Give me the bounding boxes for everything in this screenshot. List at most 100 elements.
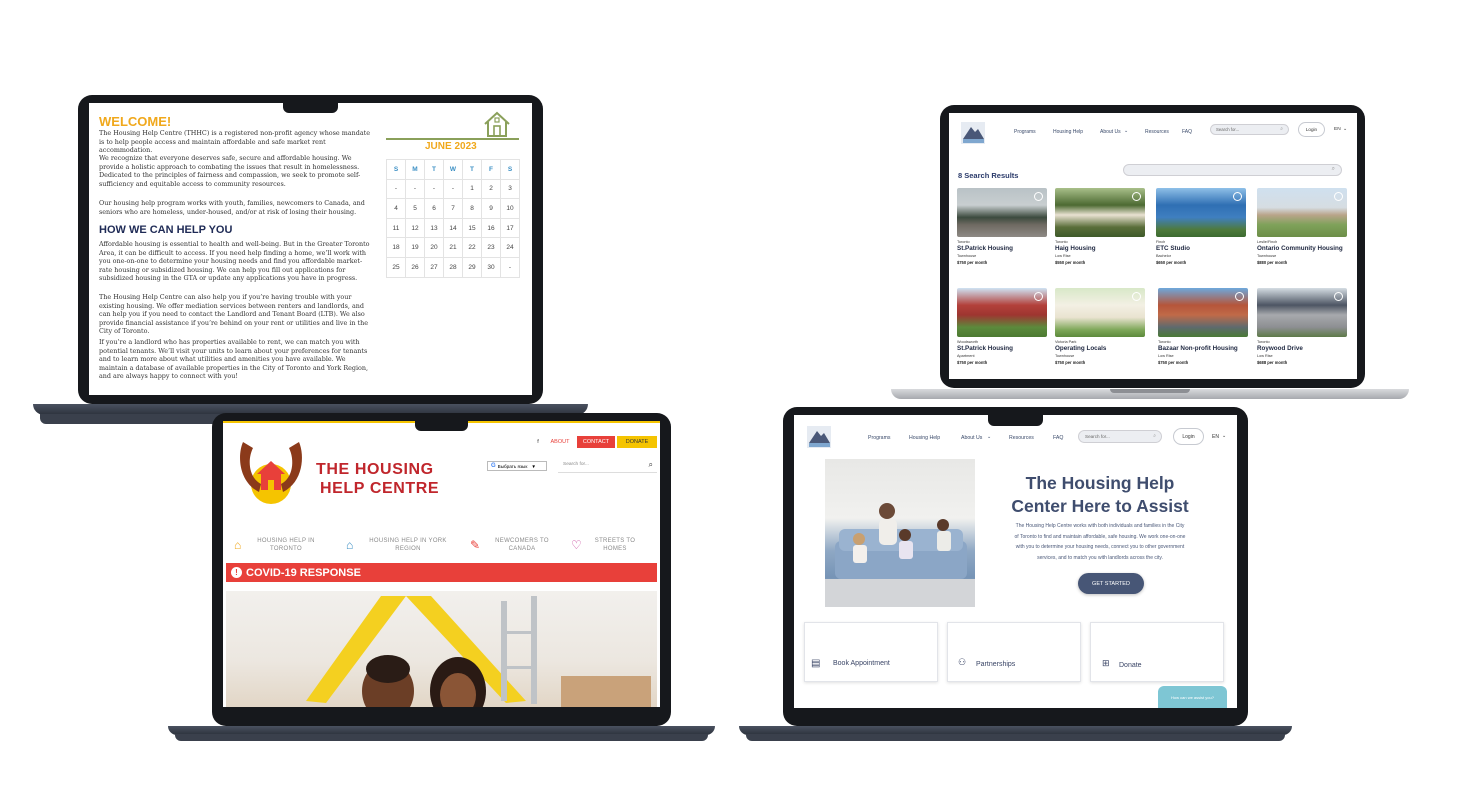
nav-faq[interactable]: FAQ <box>1053 435 1063 441</box>
heart-icon[interactable] <box>1334 192 1343 201</box>
calendar-cell[interactable]: - <box>386 178 406 200</box>
listing-card[interactable]: Woodsworth St.Patrick Housing Apartment … <box>957 288 1047 365</box>
results-title: 8 Search Results <box>958 171 1019 180</box>
search-placeholder: Search for... <box>1216 127 1240 132</box>
calendar-cell[interactable]: 12 <box>405 217 425 239</box>
donate-button[interactable]: DONATE <box>617 436 657 448</box>
listing-card[interactable]: Leslie/Finch Ontario Community Housing T… <box>1257 188 1347 265</box>
calendar-cell[interactable]: 2 <box>481 178 501 200</box>
nav-resources[interactable]: Resources <box>1009 435 1034 441</box>
chat-widget[interactable]: How can we assist you? <box>1158 686 1227 708</box>
calendar-cell[interactable]: 24 <box>500 237 520 258</box>
calendar-cell[interactable]: - <box>424 178 444 200</box>
calendar-cell[interactable]: 7 <box>443 198 463 219</box>
language-select[interactable]: EN <box>1212 434 1219 440</box>
nav-resources[interactable]: Resources <box>1145 129 1169 135</box>
listing-card[interactable]: Toronto Roywood Drive Low Rise $688 per … <box>1257 288 1347 365</box>
calendar-cell[interactable]: 11 <box>386 217 406 239</box>
listing-card[interactable]: Finch ETC Studio Bachelor $650 per month <box>1156 188 1246 265</box>
results-search-bar[interactable]: ⌕ <box>1123 164 1342 176</box>
hhc-screen: f ABOUT CONTACT DONATE THE HOUSING HELP … <box>223 421 660 707</box>
donate-tile[interactable]: ⊞ Donate <box>1090 622 1224 682</box>
calendar-cell[interactable]: 19 <box>405 237 425 258</box>
calendar-cell[interactable]: 16 <box>481 217 501 239</box>
calendar-cell[interactable]: 9 <box>481 198 501 219</box>
calendar-cell[interactable]: - <box>443 178 463 200</box>
heart-icon[interactable] <box>1132 192 1141 201</box>
chevron-down-icon: ▼ <box>531 463 536 469</box>
listing-photo <box>957 288 1047 337</box>
calendar-cell[interactable]: 25 <box>386 256 406 278</box>
brand-line-1: THE HOUSING <box>316 461 434 478</box>
calendar-cell[interactable]: 17 <box>500 217 520 239</box>
calendar-cell[interactable]: 20 <box>424 237 444 258</box>
covid-banner[interactable]: ! COVID-19 RESPONSE <box>226 563 657 582</box>
logo-icon <box>807 426 831 448</box>
category-streets-to-homes[interactable]: STREETS TO HOMES <box>586 537 644 553</box>
nav-faq[interactable]: FAQ <box>1182 129 1192 135</box>
listing-card[interactable]: Victoria Park Operating Locals Townhouse… <box>1055 288 1145 365</box>
nav-programs[interactable]: Programs <box>868 435 891 441</box>
nav-about-us[interactable]: About Us <box>1100 129 1121 135</box>
calendar-cell[interactable]: 29 <box>462 256 482 278</box>
calendar-cell[interactable]: 30 <box>481 256 501 278</box>
category-label: HOUSING HELP IN <box>257 538 315 544</box>
listing-type: Townhouse <box>1055 354 1075 358</box>
search-input[interactable]: Search for... ⌕ <box>558 459 657 473</box>
category-label: TORONTO <box>270 546 302 552</box>
about-link[interactable]: ABOUT <box>546 436 574 448</box>
category-toronto[interactable]: HOUSING HELP IN TORONTO <box>249 537 323 553</box>
calendar-cell[interactable]: 4 <box>386 198 406 219</box>
calendar-cell[interactable]: 10 <box>500 198 520 219</box>
calendar-cell[interactable]: 23 <box>481 237 501 258</box>
calendar-cell[interactable]: 22 <box>462 237 482 258</box>
calendar-cell[interactable]: 18 <box>386 237 406 258</box>
listing-card[interactable]: Toronto Bazaar Non-profit Housing Low Ri… <box>1158 288 1248 365</box>
partnerships-tile[interactable]: ⚇ Partnerships <box>947 622 1081 682</box>
language-select[interactable]: G Выбрать язык ▼ <box>487 461 547 471</box>
calendar-cell[interactable]: 3 <box>500 178 520 200</box>
book-appointment-tile[interactable]: ▤ Book Appointment <box>804 622 938 682</box>
calendar-cell[interactable]: 14 <box>443 217 463 239</box>
calendar-cell[interactable]: 5 <box>405 198 425 219</box>
facebook-icon[interactable]: f <box>533 436 543 448</box>
calendar-cell[interactable]: - <box>405 178 425 200</box>
nav-programs[interactable]: Programs <box>1014 129 1036 135</box>
listing-photo <box>1257 188 1347 237</box>
calendar-cell[interactable]: 13 <box>424 217 444 239</box>
listing-card[interactable]: Toronto St.Patrick Housing Townhouse $75… <box>957 188 1047 265</box>
search-input[interactable]: Search for... ⌕ <box>1210 124 1289 135</box>
results-screen: Programs Housing Help About Us ⌄ Resourc… <box>949 113 1357 379</box>
get-started-button[interactable]: GET STARTED <box>1078 573 1144 594</box>
calendar-cell[interactable]: 6 <box>424 198 444 219</box>
listing-card[interactable]: Toronto Haig Housing Low Rise $550 per m… <box>1055 188 1145 265</box>
nav-housing-help[interactable]: Housing Help <box>1053 129 1083 135</box>
heart-icon[interactable] <box>1235 292 1244 301</box>
category-york-region[interactable]: HOUSING HELP IN YORK REGION <box>365 537 451 553</box>
heart-icon[interactable] <box>1233 192 1242 201</box>
camera-notch <box>283 103 338 113</box>
chevron-down-icon: ⌄ <box>1222 433 1227 439</box>
login-button[interactable]: Login <box>1173 428 1204 445</box>
calendar-cell[interactable]: 26 <box>405 256 425 278</box>
login-button[interactable]: Login <box>1298 122 1325 137</box>
heart-icon[interactable] <box>1132 292 1141 301</box>
heart-icon[interactable] <box>1034 192 1043 201</box>
google-icon: G <box>491 463 496 469</box>
calendar-cell[interactable]: 28 <box>443 256 463 278</box>
contact-button[interactable]: CONTACT <box>577 436 615 448</box>
heart-icon[interactable] <box>1334 292 1343 301</box>
listing-name: Bazaar Non-profit Housing <box>1158 345 1238 352</box>
calendar-cell[interactable]: 15 <box>462 217 482 239</box>
category-newcomers[interactable]: NEWCOMERS TO CANADA <box>487 537 557 553</box>
calendar-cell[interactable]: 27 <box>424 256 444 278</box>
heart-icon[interactable] <box>1034 292 1043 301</box>
calendar-cell[interactable]: - <box>500 256 520 278</box>
search-input[interactable]: Search for... ⌕ <box>1078 430 1162 443</box>
calendar-cell[interactable]: 21 <box>443 237 463 258</box>
calendar-cell[interactable]: 8 <box>462 198 482 219</box>
nav-housing-help[interactable]: Housing Help <box>909 435 940 441</box>
language-select[interactable]: EN <box>1334 127 1341 132</box>
nav-about-us[interactable]: About Us <box>961 435 982 441</box>
calendar-cell[interactable]: 1 <box>462 178 482 200</box>
